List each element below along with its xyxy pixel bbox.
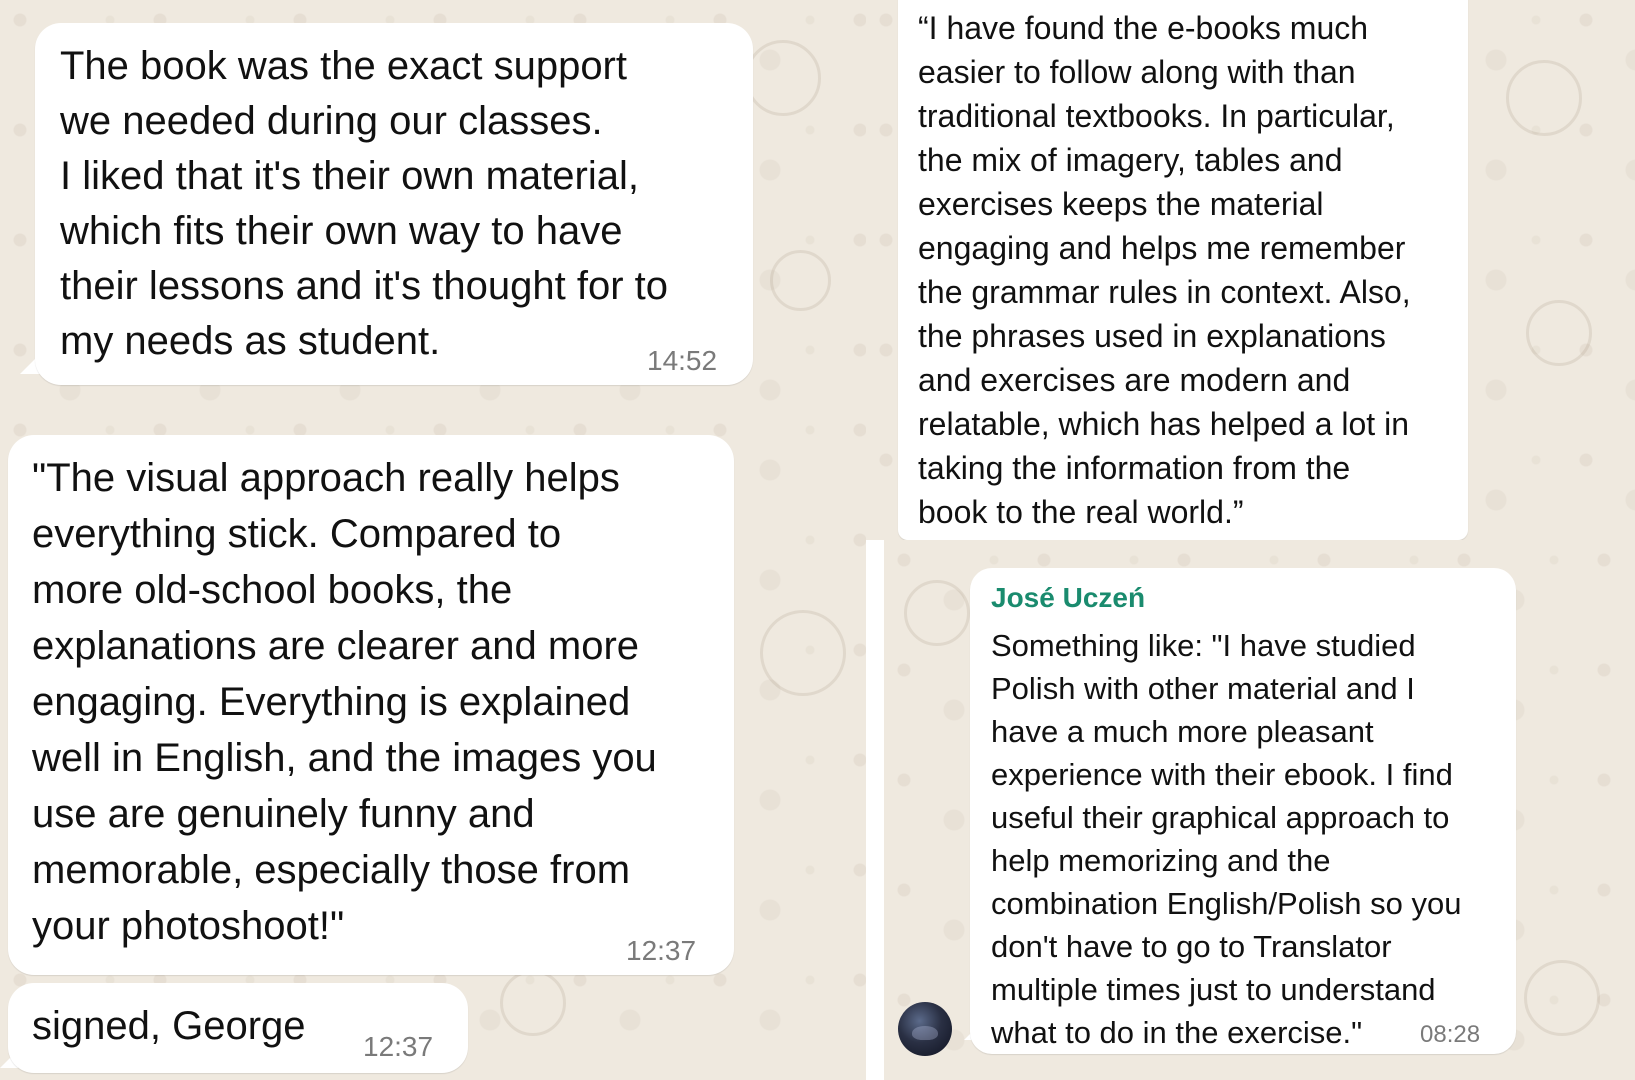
chat-panel-bottom-right: José Uczeń Something like: "I have studi… xyxy=(884,540,1635,1080)
background-doodle xyxy=(1524,960,1600,1036)
message-bubble[interactable]: signed, George 12:37 xyxy=(8,983,468,1073)
chat-panel-top-right: “I have found the e-books much easier to… xyxy=(866,0,1635,540)
message-bubble[interactable]: José Uczeń Something like: "I have studi… xyxy=(970,568,1516,1054)
background-doodle xyxy=(745,40,821,116)
background-doodle xyxy=(760,610,846,696)
message-text: The book was the exact support we needed… xyxy=(60,44,668,363)
message-bubble[interactable]: “I have found the e-books much easier to… xyxy=(898,0,1468,540)
message-text: Something like: "I have studied Polish w… xyxy=(991,628,1462,1050)
message-timestamp: 08:28 xyxy=(1420,1021,1481,1048)
background-doodle xyxy=(904,580,970,646)
chat-panel-bottom-left: "The visual approach really helps everyt… xyxy=(0,410,866,1080)
background-doodle xyxy=(1506,60,1582,136)
avatar[interactable] xyxy=(898,1002,952,1056)
message-bubble[interactable]: "The visual approach really helps everyt… xyxy=(8,435,734,975)
sender-name[interactable]: José Uczeń xyxy=(991,582,1145,614)
background-doodle xyxy=(770,250,831,311)
message-text: “I have found the e-books much easier to… xyxy=(918,10,1411,530)
message-timestamp: 14:52 xyxy=(647,345,718,376)
background-doodle xyxy=(1526,300,1592,366)
message-text: signed, George xyxy=(32,1004,306,1048)
chat-panel-top-left: The book was the exact support we needed… xyxy=(0,0,866,410)
message-bubble[interactable]: The book was the exact support we needed… xyxy=(35,23,753,385)
message-timestamp: 12:37 xyxy=(626,935,697,966)
background-doodle xyxy=(500,970,566,1036)
message-text: "The visual approach really helps everyt… xyxy=(32,456,657,948)
message-timestamp: 12:37 xyxy=(363,1031,434,1062)
